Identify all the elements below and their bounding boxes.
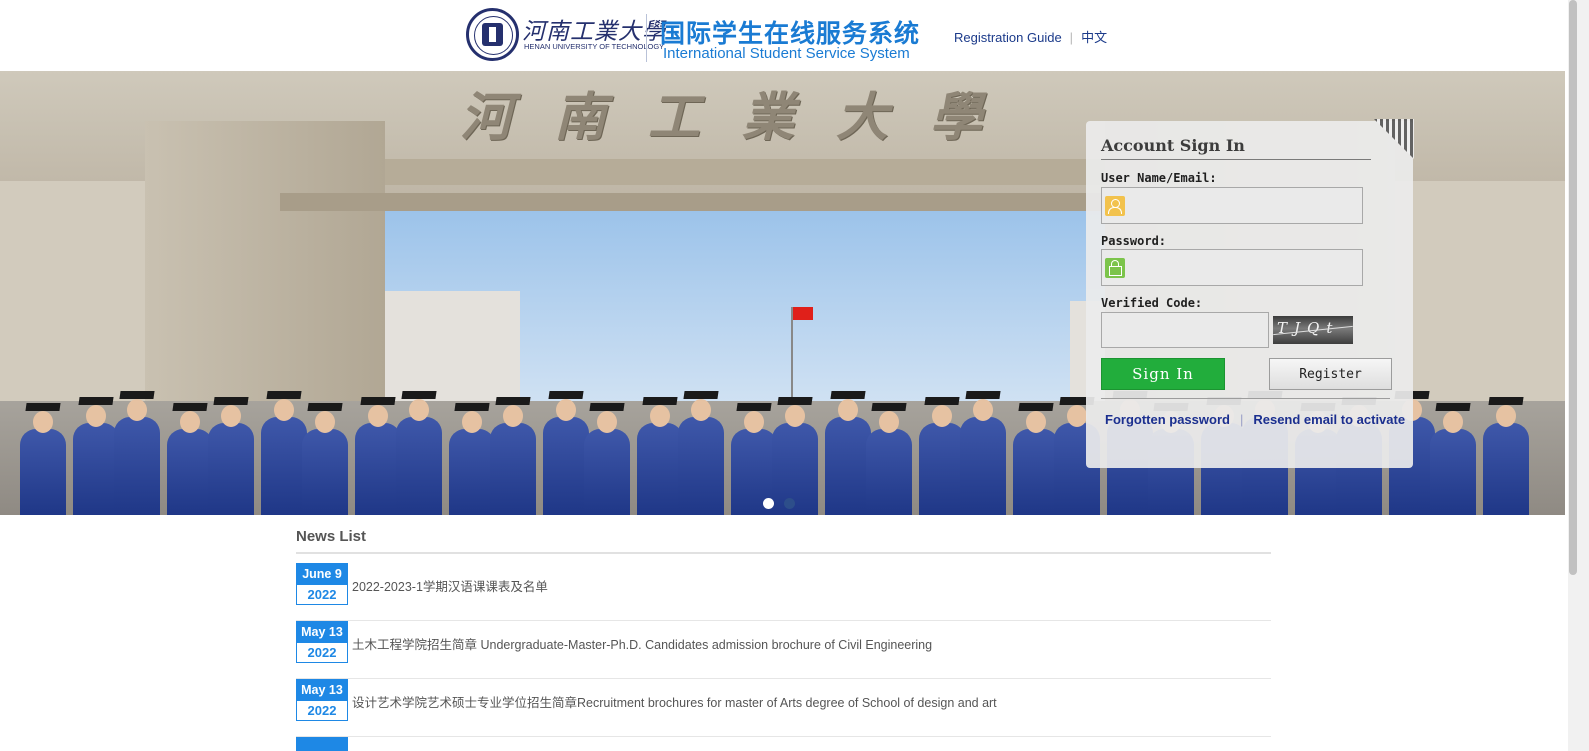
language-switch-link[interactable]: 中文 (1081, 30, 1107, 45)
login-links: Forgotten password | Resend email to activ… (1105, 412, 1405, 427)
news-link[interactable]: 土木工程学院招生简章 Undergraduate-Master-Ph.D. Ca… (352, 634, 932, 653)
graduate-figure (355, 405, 401, 515)
graduate-figure (1430, 411, 1476, 515)
scrollbar-thumb[interactable] (1569, 0, 1577, 575)
username-field-box (1101, 187, 1363, 224)
graduate-figure (114, 399, 160, 515)
graduate-figure (396, 399, 442, 515)
graduate-figure (584, 411, 630, 515)
news-title-divider (296, 552, 1271, 554)
password-field-box (1101, 249, 1363, 286)
date-year: 2022 (307, 703, 337, 718)
graduate-figure (678, 399, 724, 515)
date-badge: May 13 2022 (296, 621, 348, 663)
graduate-figure (449, 411, 495, 515)
graduate-figure (637, 405, 683, 515)
top-nav: Registration Guide | 中文 (954, 27, 1107, 46)
slide-indicators (763, 498, 795, 509)
date-month-day-partial (297, 738, 347, 751)
password-input[interactable] (1128, 251, 1360, 284)
user-icon (1105, 196, 1125, 216)
university-name-cn: 河南工業大學 (522, 19, 666, 45)
system-title-en: International Student Service System (663, 45, 910, 62)
news-link[interactable]: 设计艺术学院艺术硕士专业学位招生简章Recruitment brochures … (352, 692, 997, 711)
news-link[interactable]: 2022-2023-1学期汉语课课表及名单 (352, 576, 548, 595)
university-name-en: HENAN UNIVERSITY OF TECHNOLOGY (524, 42, 665, 51)
site-header: 河南工業大學 HENAN UNIVERSITY OF TECHNOLOGY 国际… (0, 0, 1568, 71)
graduate-figure (825, 399, 871, 515)
date-badge-partial (296, 737, 348, 751)
registration-guide-link[interactable]: Registration Guide (954, 30, 1062, 45)
graduate-figure (1483, 405, 1529, 515)
graduate-figure (167, 411, 213, 515)
date-month-day: May 13 (297, 622, 347, 643)
captcha-image[interactable]: TJQt (1273, 316, 1353, 344)
verified-code-field-box (1101, 312, 1269, 348)
sign-in-button[interactable]: Sign In (1101, 358, 1225, 390)
date-year: 2022 (307, 645, 337, 660)
graduate-figure (919, 405, 965, 515)
logo-divider (646, 14, 647, 62)
news-item: May 13 2022 土木工程学院招生简章 Undergraduate-Mas… (296, 621, 1271, 679)
date-badge: May 13 2022 (296, 679, 348, 721)
nav-separator: | (1069, 30, 1074, 45)
gate-inscription: 河南工業大學 (460, 87, 1025, 148)
verified-code-input[interactable] (1102, 313, 1268, 347)
date-month-day: June 9 (297, 564, 347, 585)
verified-code-label: Verified Code: (1101, 296, 1203, 310)
graduate-figure (960, 399, 1006, 515)
graduate-figure (543, 399, 589, 515)
links-separator: | (1239, 412, 1244, 427)
graduate-figure (866, 411, 912, 515)
captcha-text: TJQt (1277, 319, 1340, 337)
slide-dot-1[interactable] (763, 498, 774, 509)
username-input[interactable] (1128, 189, 1360, 222)
gate-wing-left (0, 181, 150, 421)
date-month-day: May 13 (297, 680, 347, 701)
resend-activation-link[interactable]: Resend email to activate (1253, 412, 1405, 427)
flag (793, 307, 813, 320)
register-button[interactable]: Register (1269, 358, 1392, 390)
flagpole (791, 307, 793, 407)
graduate-figure (261, 399, 307, 515)
news-item: May 13 2022 设计艺术学院艺术硕士专业学位招生简章Recruitmen… (296, 679, 1271, 737)
news-item: June 9 2022 2022-2023-1学期汉语课课表及名单 (296, 563, 1271, 621)
username-label: User Name/Email: (1101, 171, 1217, 185)
university-seal-logo (466, 8, 519, 61)
graduate-figure (302, 411, 348, 515)
news-list-title: News List (296, 528, 367, 545)
password-label: Password: (1101, 234, 1167, 248)
login-links-divider (1101, 398, 1390, 399)
login-title: Account Sign In (1101, 136, 1245, 155)
login-title-divider (1101, 159, 1371, 160)
date-year: 2022 (307, 587, 337, 602)
gate-wing-right (1395, 181, 1565, 421)
date-badge: June 9 2022 (296, 563, 348, 605)
forgotten-password-link[interactable]: Forgotten password (1105, 412, 1230, 427)
graduate-figure (208, 405, 254, 515)
gate-pillar-left (145, 121, 385, 441)
slide-dot-2[interactable] (784, 498, 795, 509)
graduate-figure (490, 405, 536, 515)
graduate-figure (73, 405, 119, 515)
lock-icon (1105, 258, 1125, 278)
graduate-figure (1013, 411, 1059, 515)
graduate-figure (20, 411, 66, 515)
